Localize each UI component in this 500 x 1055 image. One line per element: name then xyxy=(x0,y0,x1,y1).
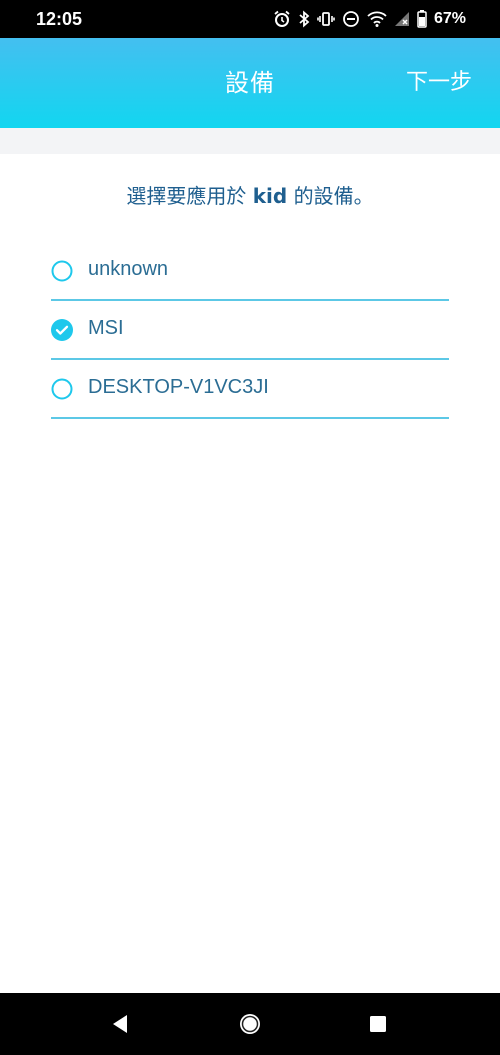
radio-unchecked-icon[interactable] xyxy=(51,260,73,282)
device-name: unknown xyxy=(88,258,169,280)
status-bar: 12:05 67% xyxy=(0,0,500,38)
instruction-user: kid xyxy=(252,184,288,208)
back-icon[interactable] xyxy=(90,993,150,1055)
navigation-bar xyxy=(0,993,500,1055)
battery-percent: 67% xyxy=(433,10,466,27)
alarm-icon xyxy=(273,10,291,28)
status-icons: 67% xyxy=(273,9,466,29)
recents-icon[interactable] xyxy=(348,993,408,1055)
instruction-prefix: 選擇要應用於 xyxy=(126,184,253,208)
instruction-text: 選擇要應用於 kid 的設備。 xyxy=(0,180,500,209)
device-item-msi[interactable]: MSI xyxy=(51,301,449,360)
instruction-suffix: 的設備。 xyxy=(287,184,374,208)
next-button[interactable]: 下一步 xyxy=(406,38,472,128)
do-not-disturb-icon xyxy=(342,10,360,28)
header-divider-strip xyxy=(0,128,500,154)
device-item-desktop[interactable]: DESKTOP-V1VC3JI xyxy=(51,360,449,419)
wifi-icon xyxy=(367,10,387,28)
home-icon[interactable] xyxy=(220,993,280,1055)
radio-checked-icon[interactable] xyxy=(51,319,73,341)
bluetooth-icon xyxy=(298,10,310,28)
radio-unchecked-icon[interactable] xyxy=(51,378,73,400)
signal-icon xyxy=(394,10,410,28)
device-item-unknown[interactable]: unknown xyxy=(51,242,449,301)
device-list: unknown MSI DESKTOP-V1VC3JI xyxy=(51,242,449,419)
vibrate-icon xyxy=(317,10,335,28)
app-bar: 設備 下一步 xyxy=(0,38,500,128)
status-time: 12:05 xyxy=(36,9,83,29)
device-name: MSI xyxy=(88,317,124,339)
battery-icon xyxy=(417,10,427,28)
device-name: DESKTOP-V1VC3JI xyxy=(88,376,269,398)
